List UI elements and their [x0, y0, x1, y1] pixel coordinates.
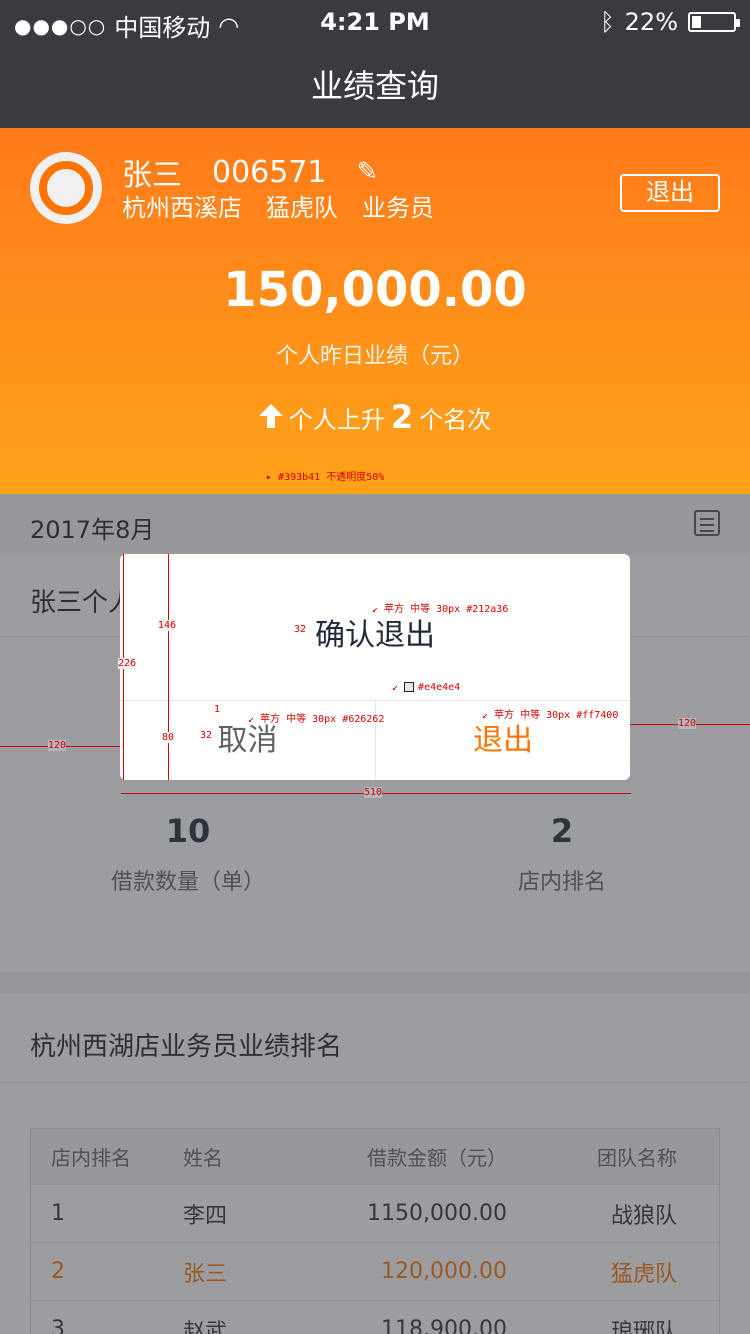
avatar	[30, 152, 102, 224]
annotation-confirm-spec: ↙ 苹方 中等 30px #ff7400	[482, 710, 619, 721]
role-name: 业务员	[362, 194, 434, 222]
rank-change: 个人上升 2 个名次	[0, 398, 750, 436]
rank-number: 2	[390, 398, 414, 436]
color-swatch	[404, 682, 415, 692]
nav-bar: 业绩查询	[0, 44, 750, 128]
dimension-line	[168, 554, 169, 780]
performance-label: 个人昨日业绩（元）	[275, 344, 474, 369]
dialog-title: 确认退出	[315, 618, 435, 653]
annotation-mask: ▸ #393b41 不透明度50%	[266, 472, 385, 483]
team-name: 猛虎队	[266, 194, 338, 222]
annotation-margin-left: 120	[48, 740, 67, 751]
annotation-title-spec: ↙ 苹方 中等 30px #212a36	[372, 604, 509, 615]
annotation-line-color: ↙ #e4e4e4	[392, 682, 461, 693]
rank-prefix: 个人上升	[288, 406, 385, 434]
annotation-height-buttons: 80	[162, 732, 175, 743]
store-name: 杭州西溪店	[122, 194, 242, 222]
annotation-dialog-width: 510	[364, 787, 383, 798]
annotation-margin-right: 120	[678, 718, 697, 729]
logout-button[interactable]: 退出	[620, 174, 720, 212]
profile-header: 张三 006571 ✎ 杭州西溪店 猛虎队 业务员 退出 150,000.00 …	[0, 128, 750, 494]
bluetooth-icon: ᛒ	[600, 8, 615, 36]
annotation-font-size-title: 32	[294, 624, 307, 635]
annotation-height-dialog: 226	[118, 658, 137, 669]
edit-icon[interactable]: ✎	[357, 157, 379, 187]
annotation-line-width: 1	[214, 704, 221, 715]
up-arrow-icon	[258, 404, 283, 428]
status-bar: ●●●○○ 中国移动 ◠ 4:21 PM ᛒ 22%	[0, 0, 750, 44]
rank-suffix: 个名次	[419, 406, 492, 434]
logout-dialog: 确认退出 取消 退出	[120, 554, 630, 780]
annotation-height-title: 146	[158, 620, 177, 631]
employee-id: 006571	[212, 154, 327, 190]
performance-amount: 150,000.00	[223, 262, 527, 318]
page-title: 业绩查询	[310, 67, 439, 105]
battery-percent: 22%	[624, 8, 678, 36]
battery-icon	[688, 12, 740, 32]
annotation-font-size-cancel: 32	[200, 730, 213, 741]
annotation-cancel-spec: ↙ 苹方 中等 30px #626262	[248, 714, 385, 725]
